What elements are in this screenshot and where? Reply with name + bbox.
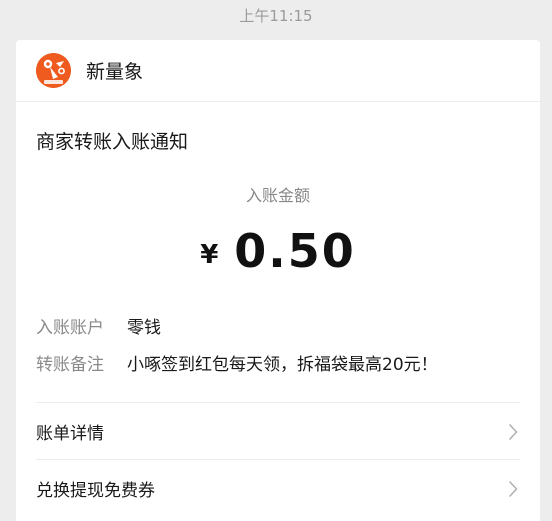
transfer-notification-card[interactable]: 新量象 商家转账入账通知 入账金额 ¥0.50 入账账户 零钱 转账备注 小啄签… bbox=[16, 40, 540, 521]
message-timestamp: 上午11:15 bbox=[239, 7, 313, 25]
detail-label: 入账账户 bbox=[36, 318, 104, 338]
account-name[interactable]: 新量象 bbox=[86, 57, 143, 84]
detail-label: 转账备注 bbox=[36, 355, 104, 375]
redeem-voucher-link[interactable]: 兑换提现免费券 bbox=[36, 459, 520, 517]
official-account-header[interactable]: 新量象 bbox=[16, 40, 540, 102]
detail-value: 零钱 bbox=[127, 318, 161, 338]
amount-value: 0.50 bbox=[234, 224, 356, 278]
chevron-right-icon bbox=[509, 480, 518, 497]
amount-display: ¥0.50 bbox=[16, 223, 540, 290]
detail-row-account: 入账账户 零钱 bbox=[36, 316, 161, 340]
account-logo-icon[interactable] bbox=[36, 53, 71, 88]
amount-label: 入账金额 bbox=[245, 186, 310, 205]
menu-item-label: 账单详情 bbox=[36, 424, 104, 444]
notification-title: 商家转账入账通知 bbox=[36, 131, 189, 153]
detail-row-remark: 转账备注 小啄签到红包每天领，拆福袋最高20元！ bbox=[36, 353, 438, 377]
currency-symbol: ¥ bbox=[200, 240, 219, 270]
bill-details-link[interactable]: 账单详情 bbox=[36, 402, 520, 460]
bird-logo-icon bbox=[36, 53, 71, 88]
detail-value: 小啄签到红包每天领，拆福袋最高20元！ bbox=[127, 355, 438, 375]
menu-item-label: 兑换提现免费券 bbox=[36, 481, 155, 501]
chevron-right-icon bbox=[509, 423, 518, 440]
